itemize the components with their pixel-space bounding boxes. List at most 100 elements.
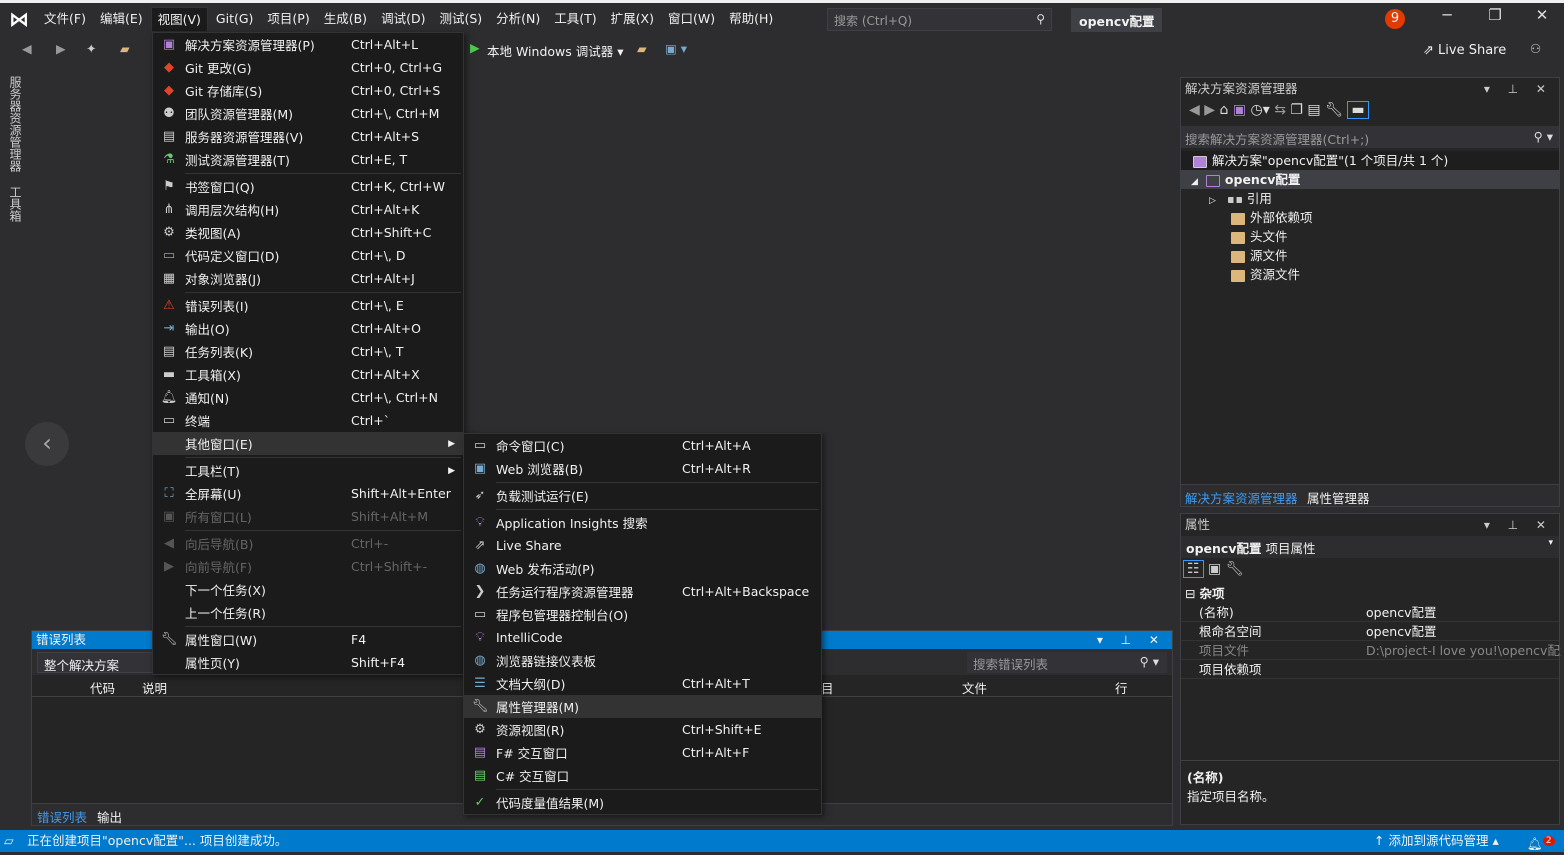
- menu-7[interactable]: 测试(S): [433, 7, 488, 31]
- switch-views-icon[interactable]: ▣: [1233, 102, 1246, 118]
- back-icon[interactable]: ◀: [22, 41, 32, 56]
- menu-9[interactable]: 工具(T): [548, 7, 602, 31]
- property-row[interactable]: 根命名空间 opencv配置: [1181, 622, 1559, 641]
- menu-item[interactable]: ◆ Git 存储库(S) Ctrl+0, Ctrl+S: [153, 79, 463, 102]
- column-description[interactable]: 说明: [142, 678, 167, 697]
- menu-item[interactable]: ⛶ 全屏幕(U) Shift+Alt+Enter: [153, 482, 463, 505]
- property-value[interactable]: opencv配置: [1366, 603, 1561, 622]
- category-misc[interactable]: ⊟ 杂项: [1181, 584, 1559, 603]
- menu-item[interactable]: 属性页(Y) Shift+F4: [153, 651, 463, 674]
- menu-item[interactable]: ❯ 任务运行程序资源管理器 Ctrl+Alt+Backspace: [464, 580, 821, 603]
- panel-controls[interactable]: ▾ ⊥ ✕: [1484, 514, 1553, 536]
- browser-icon[interactable]: ▣ ▾: [665, 41, 687, 56]
- menu-item[interactable]: 工具栏(T) ▶: [153, 459, 463, 482]
- menu-11[interactable]: 窗口(W): [662, 7, 721, 31]
- close-button[interactable]: ✕: [1522, 6, 1562, 24]
- menu-item[interactable]: ⚙ 类视图(A) Ctrl+Shift+C: [153, 221, 463, 244]
- menu-0[interactable]: 文件(F): [38, 7, 92, 31]
- menu-item[interactable]: ⋔ 调用层次结构(H) Ctrl+Alt+K: [153, 198, 463, 221]
- panel-controls[interactable]: ▾ ⊥ ✕: [1097, 631, 1166, 649]
- pending-changes-icon[interactable]: ◷▾: [1251, 102, 1270, 118]
- feedback-icon[interactable]: ⚇: [1530, 41, 1541, 56]
- menu-item[interactable]: 🔔︎ 通知(N) Ctrl+\, Ctrl+N: [153, 386, 463, 409]
- menu-4[interactable]: 项目(P): [261, 7, 315, 31]
- menu-item[interactable]: 💡︎ Application Insights 搜索: [464, 511, 821, 534]
- solution-search-input[interactable]: 搜索解决方案资源管理器(Ctrl+;) ⚲ ▾: [1181, 126, 1559, 148]
- menu-item[interactable]: ◆ Git 更改(G) Ctrl+0, Ctrl+G: [153, 56, 463, 79]
- menu-item[interactable]: 🔧︎ 属性管理器(M): [464, 695, 821, 718]
- collapse-all-icon[interactable]: ❐: [1290, 102, 1303, 118]
- column-line[interactable]: 行: [1115, 678, 1128, 697]
- vs-logo-icon[interactable]: ⋈: [0, 7, 38, 31]
- forward-icon[interactable]: ▶: [1204, 102, 1215, 118]
- menu-1[interactable]: 编辑(E): [94, 7, 149, 31]
- search-input[interactable]: 搜索 (Ctrl+Q) ⚲: [827, 8, 1052, 31]
- menu-item[interactable]: ⇗ Live Share: [464, 534, 821, 557]
- back-icon[interactable]: ◀: [1189, 102, 1200, 118]
- find-in-files-icon[interactable]: ▰: [637, 41, 647, 56]
- tree-item-resource-files[interactable]: 资源文件: [1181, 265, 1559, 284]
- start-debug-icon[interactable]: ▶: [470, 40, 480, 55]
- notification-badge[interactable]: 9: [1385, 9, 1405, 29]
- menu-item[interactable]: ▤ 服务器资源管理器(V) Ctrl+Alt+S: [153, 125, 463, 148]
- debugger-dropdown[interactable]: 本地 Windows 调试器 ▾: [487, 41, 624, 60]
- tab-output[interactable]: 输出: [97, 807, 122, 826]
- menu-item[interactable]: ◀ 向后导航(B) Ctrl+-: [153, 532, 463, 555]
- menu-item[interactable]: ▭ 终端 Ctrl+`: [153, 409, 463, 432]
- menu-item[interactable]: 💡︎ IntelliCode: [464, 626, 821, 649]
- menu-item[interactable]: ▬ 工具箱(X) Ctrl+Alt+X: [153, 363, 463, 386]
- property-row[interactable]: 项目依赖项: [1181, 660, 1559, 679]
- menu-item[interactable]: ▦ 对象浏览器(J) Ctrl+Alt+J: [153, 267, 463, 290]
- property-pages-icon[interactable]: ▣: [1208, 561, 1221, 577]
- menu-item[interactable]: ⇥ 输出(O) Ctrl+Alt+O: [153, 317, 463, 340]
- property-row[interactable]: (名称) opencv配置: [1181, 603, 1559, 622]
- menu-item[interactable]: ☰ 文档大纲(D) Ctrl+Alt+T: [464, 672, 821, 695]
- home-icon[interactable]: ⌂: [1219, 102, 1228, 118]
- new-project-icon[interactable]: ✦: [86, 41, 96, 56]
- tab-solution-explorer[interactable]: 解决方案资源管理器: [1185, 488, 1298, 507]
- menu-item[interactable]: 🔧︎ 属性窗口(W) F4: [153, 628, 463, 651]
- wrench-icon[interactable]: 🔧︎: [1226, 561, 1244, 577]
- menu-item[interactable]: ⚑ 书签窗口(Q) Ctrl+K, Ctrl+W: [153, 175, 463, 198]
- menu-item[interactable]: ▤ C# 交互窗口: [464, 764, 821, 787]
- menu-2[interactable]: 视图(V): [150, 7, 208, 31]
- menu-item[interactable]: 下一个任务(X): [153, 578, 463, 601]
- menu-item[interactable]: ▣ 所有窗口(L) Shift+Alt+M: [153, 505, 463, 528]
- server-explorer-tab[interactable]: 服务器资源管理器: [7, 76, 24, 172]
- sync-icon[interactable]: ⇆: [1274, 102, 1286, 118]
- minimize-button[interactable]: ─: [1427, 6, 1467, 24]
- menu-5[interactable]: 生成(B): [318, 7, 373, 31]
- tree-item-external-deps[interactable]: 外部依赖项: [1181, 208, 1559, 227]
- menu-item[interactable]: 其他窗口(E) ▶: [153, 432, 463, 455]
- categorized-icon[interactable]: ☷: [1183, 560, 1204, 578]
- tree-item-source-files[interactable]: 源文件: [1181, 246, 1559, 265]
- restore-button[interactable]: ❐: [1475, 6, 1515, 24]
- menu-item[interactable]: ▣ Web 浏览器(B) Ctrl+Alt+R: [464, 457, 821, 480]
- properties-icon[interactable]: 🔧︎: [1325, 102, 1343, 118]
- forward-icon[interactable]: ▶: [56, 41, 66, 56]
- menu-item[interactable]: ▭ 代码定义窗口(D) Ctrl+\, D: [153, 244, 463, 267]
- toolbox-tab[interactable]: 工具箱: [7, 186, 24, 222]
- menu-6[interactable]: 调试(D): [375, 7, 431, 31]
- menu-12[interactable]: 帮助(H): [723, 7, 779, 31]
- notifications-bell-icon[interactable]: 🔔︎ 2: [1527, 830, 1555, 855]
- project-node[interactable]: ◢ opencv配置: [1181, 170, 1559, 189]
- menu-item[interactable]: ⚠ 错误列表(I) Ctrl+\, E: [153, 294, 463, 317]
- menu-8[interactable]: 分析(N): [490, 7, 546, 31]
- nav-back-circle-button[interactable]: ‹: [25, 422, 69, 466]
- tree-item-references[interactable]: ▷ 引用: [1181, 189, 1559, 208]
- menu-item[interactable]: ⚉ 团队资源管理器(M) Ctrl+\, Ctrl+M: [153, 102, 463, 125]
- menu-item[interactable]: ➶ 负载测试运行(E): [464, 484, 821, 507]
- menu-item[interactable]: ▤ F# 交互窗口 Ctrl+Alt+F: [464, 741, 821, 764]
- menu-item[interactable]: ⚗ 测试资源管理器(T) Ctrl+E, T: [153, 148, 463, 171]
- panel-controls[interactable]: ▾ ⊥ ✕: [1484, 78, 1553, 100]
- property-value[interactable]: D:\project-I love you!\opencv配置: [1366, 641, 1561, 660]
- menu-item[interactable]: ◍ Web 发布活动(P): [464, 557, 821, 580]
- tab-property-manager[interactable]: 属性管理器: [1307, 488, 1370, 507]
- menu-item[interactable]: ▭ 命令窗口(C) Ctrl+Alt+A: [464, 434, 821, 457]
- property-row[interactable]: 项目文件 D:\project-I love you!\opencv配置: [1181, 641, 1561, 660]
- menu-10[interactable]: 扩展(X): [605, 7, 660, 31]
- menu-item[interactable]: ▶ 向前导航(F) Ctrl+Shift+-: [153, 555, 463, 578]
- menu-item[interactable]: ⚙ 资源视图(R) Ctrl+Shift+E: [464, 718, 821, 741]
- tree-item-header-files[interactable]: 头文件: [1181, 227, 1559, 246]
